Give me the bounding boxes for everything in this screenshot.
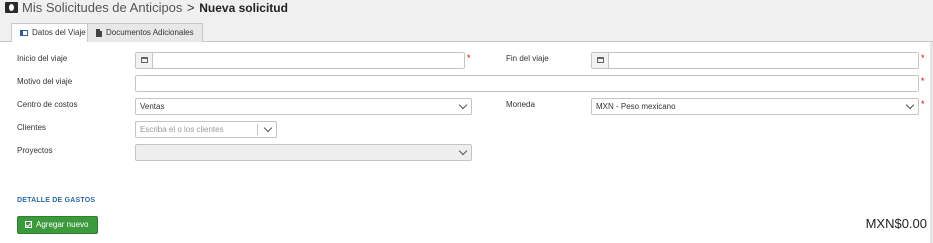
moneda-label: Moneda: [506, 100, 535, 109]
required-mark: *: [921, 99, 925, 109]
list-icon: [20, 29, 28, 36]
select-divider: [257, 124, 258, 135]
clientes-input[interactable]: Escriba el o los clientes: [135, 121, 277, 138]
moneda-value: MXN - Peso mexicano: [596, 102, 676, 111]
calendar-icon: [141, 57, 148, 63]
moneda-select[interactable]: MXN - Peso mexicano: [591, 98, 919, 115]
total-amount: MXN$0.00: [865, 216, 927, 231]
tab-label: Datos del Viaje: [32, 28, 86, 37]
breadcrumb-separator: >: [187, 0, 195, 15]
calendar-addon[interactable]: [592, 53, 609, 68]
inicio-viaje-input[interactable]: [135, 52, 465, 69]
fin-viaje-label: Fin del viaje: [506, 54, 549, 63]
required-mark: *: [921, 76, 925, 86]
required-mark: *: [467, 53, 471, 63]
page-title: Nueva solicitud: [199, 1, 288, 15]
centro-costos-label: Centro de costos: [17, 100, 78, 109]
tab-label: Documentos Adicionales: [106, 28, 194, 37]
clientes-label: Clientes: [17, 123, 46, 132]
clientes-placeholder: Escriba el o los clientes: [140, 125, 224, 134]
breadcrumb: Mis Solicitudes de Anticipos > Nueva sol…: [22, 0, 288, 16]
proyectos-select[interactable]: [135, 144, 472, 161]
add-new-label: Agregar nuevo: [36, 220, 89, 229]
document-icon: [96, 28, 102, 37]
proyectos-label: Proyectos: [17, 146, 53, 155]
chevron-down-icon: [905, 100, 915, 110]
required-mark: *: [921, 53, 925, 63]
tab-datos-del-viaje[interactable]: Datos del Viaje: [11, 23, 95, 43]
form-panel: Inicio del viaje * Fin del viaje * Motiv…: [0, 42, 933, 243]
add-new-button[interactable]: Agregar nuevo: [17, 216, 98, 234]
tab-documentos-adicionales[interactable]: Documentos Adicionales: [87, 23, 203, 42]
chevron-down-icon[interactable]: [263, 123, 273, 133]
tab-bar: Datos del Viaje Documentos Adicionales: [0, 20, 933, 43]
money-icon: [5, 2, 18, 13]
calendar-icon: [597, 57, 604, 63]
calendar-addon[interactable]: [136, 53, 153, 68]
centro-costos-value: Ventas: [140, 102, 165, 111]
chevron-down-icon: [458, 146, 468, 156]
fin-viaje-input[interactable]: [591, 52, 919, 69]
page-header: Mis Solicitudes de Anticipos > Nueva sol…: [0, 0, 933, 20]
breadcrumb-section[interactable]: Mis Solicitudes de Anticipos: [22, 0, 182, 15]
inicio-viaje-label: Inicio del viaje: [17, 54, 68, 63]
check-square-icon: [25, 221, 32, 228]
motivo-viaje-input[interactable]: [135, 75, 919, 92]
motivo-viaje-label: Motivo del viaje: [17, 77, 73, 86]
chevron-down-icon: [458, 100, 468, 110]
detalle-gastos-title: DETALLE DE GASTOS: [17, 197, 96, 204]
centro-costos-select[interactable]: Ventas: [135, 98, 472, 115]
